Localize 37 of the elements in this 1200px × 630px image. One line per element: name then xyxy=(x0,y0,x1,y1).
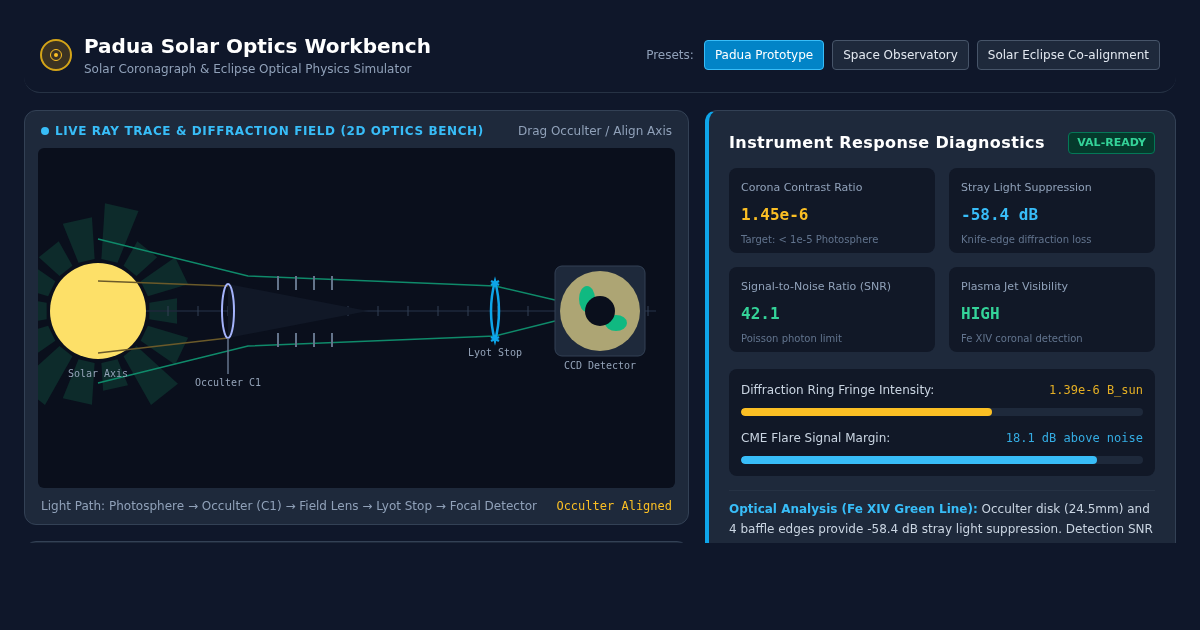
metric-label: Plasma Jet Visibility xyxy=(961,279,1070,295)
lyot-stop-lens[interactable] xyxy=(489,279,501,343)
metric-label: Stray Light Suppression xyxy=(961,180,1093,196)
metric-label: Signal-to-Noise Ratio (SNR) xyxy=(741,279,893,295)
metric-value: 1.45e-6 xyxy=(741,203,810,226)
app-subtitle: Solar Coronagraph & Eclipse Optical Physics Simulator xyxy=(84,61,413,78)
bench-label: CCD Detector xyxy=(563,360,637,371)
metric-value: -58.4 dB xyxy=(961,203,1040,226)
metric-value: HIGH xyxy=(961,302,1001,325)
bench-label: Solar Axis xyxy=(67,368,129,379)
meter-reading: 18.1 dB above noise xyxy=(1005,430,1143,447)
light-path-text: Light Path: Photosphere → Occulter (C1) → Field Lens → Lyot Stop → Focal Detector xyxy=(41,498,537,515)
panel-title: Instrument Response Diagnostics xyxy=(729,132,1045,154)
meter-label: Diffraction Ring Fringe Intensity: xyxy=(741,382,935,399)
preset-button[interactable]: Solar Eclipse Co-alignment xyxy=(976,40,1160,70)
sun-logo-icon xyxy=(40,39,72,71)
preset-button[interactable]: Padua Prototype xyxy=(703,40,825,70)
metric-label: Corona Contrast Ratio xyxy=(741,180,864,196)
metric-note: Poisson photon limit xyxy=(741,331,843,346)
panel-hint: Drag Occulter / Align Axis xyxy=(517,123,672,140)
bench-label: Occulter C1 xyxy=(194,377,262,388)
optics-canvas[interactable]: Solar Axis Occulter C1 Lyot Stop CCD Detector xyxy=(38,148,675,488)
meter-reading: 1.39e-6 B_sun xyxy=(1049,382,1143,399)
bench-label: Lyot Stop xyxy=(467,347,523,358)
panel-title: LIVE RAY TRACE & DIFFRACTION FIELD (2D OPTICS BENCH) xyxy=(55,123,484,140)
occulter-disk[interactable] xyxy=(221,283,235,375)
presets-label: Presets: xyxy=(646,47,694,64)
metric-note: Target: < 1e-5 Photosphere xyxy=(741,232,880,247)
preset-button[interactable]: Space Observatory xyxy=(832,40,969,70)
app-title: Padua Solar Optics Workbench xyxy=(84,33,431,60)
alignment-status: Occulter Aligned xyxy=(556,498,672,515)
metric-note: Knife-edge diffraction loss xyxy=(961,232,1093,247)
meter-label: CME Flare Signal Margin: xyxy=(741,430,891,447)
metric-value: 42.1 xyxy=(741,302,781,325)
analysis-text: Optical Analysis (Fe XIV Green Line): Occulter disk (24.5mm) and 4 baffle edges provide -58.4 dB stray light suppression. Detection SNR xyxy=(729,501,1154,538)
metric-note: Fe XIV coronal detection xyxy=(961,331,1084,346)
status-badge: VAL-READY xyxy=(1068,131,1155,155)
